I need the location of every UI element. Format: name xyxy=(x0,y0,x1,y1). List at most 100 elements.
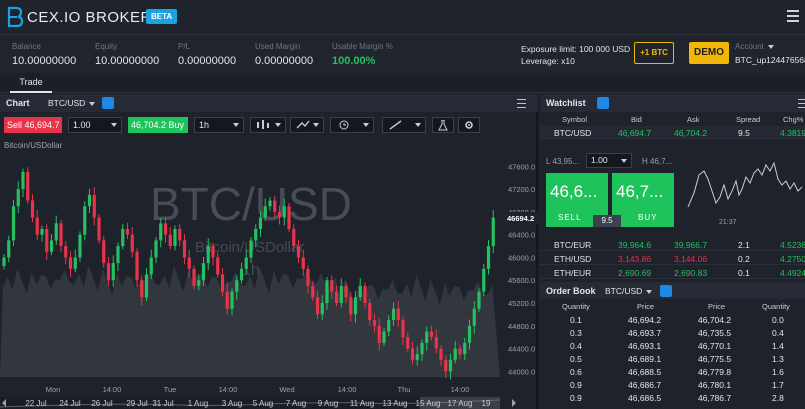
navigator-tick-label: 26 Jul xyxy=(91,399,113,408)
col-bid: Bid xyxy=(631,115,642,124)
navigator-tick-label: 15 Aug xyxy=(416,399,441,408)
candle-type-select[interactable] xyxy=(250,117,286,133)
row-spread: 0.1 xyxy=(738,268,750,278)
candle-body xyxy=(282,206,286,218)
orderbook-link-icon[interactable] xyxy=(660,285,672,297)
account-selector[interactable]: Account BTC_up124476568 xyxy=(735,42,805,65)
candle-body xyxy=(182,240,187,258)
tabs-bar: Trade xyxy=(0,73,805,93)
candle-body xyxy=(173,229,177,247)
orderbook-symbol-select[interactable]: BTC/USD xyxy=(605,286,653,296)
row-ask: 2,690.83 xyxy=(674,268,708,278)
candle-body xyxy=(391,308,396,321)
navigator-tick-label: 29 Jul xyxy=(126,399,148,408)
watchlist-row[interactable]: ETH/USD 3,143.86 3,144.06 0.2 4.2750 xyxy=(540,252,805,265)
orderbook-row[interactable]: 0.5 46,689.1 46,775.5 1.3 xyxy=(540,353,805,366)
indicator-select[interactable] xyxy=(290,117,324,133)
orderbook-cell: 46,694.2 xyxy=(628,315,662,325)
watchlist-row[interactable]: BTC/EUR 39,964.6 39,966.7 2.1 4.5236 xyxy=(540,238,805,251)
watchlist-menu-icon[interactable] xyxy=(798,99,805,108)
col-ask: Ask xyxy=(687,115,700,124)
tab-trade[interactable]: Trade xyxy=(10,73,52,93)
row-chg: 4.5236 xyxy=(780,240,805,250)
candle-body xyxy=(425,331,429,343)
time-tick-label: Thu xyxy=(398,385,411,394)
watchlist-link-icon[interactable] xyxy=(597,97,609,109)
row-chg: 4.4924 xyxy=(780,268,805,278)
interval-select[interactable]: 1h xyxy=(194,117,244,133)
sell-price: 46,6... xyxy=(550,182,598,201)
quick-buy-button[interactable]: 46,7... BUY xyxy=(612,173,674,227)
flask-button[interactable] xyxy=(432,117,454,133)
watchlist-title: Watchlist xyxy=(546,98,586,108)
orderbook-row[interactable]: 0.3 46,693.7 46,735.5 0.4 xyxy=(540,327,805,340)
row-symbol: ETH/USD xyxy=(554,254,592,264)
stat-value: 0.00000000 xyxy=(255,55,314,67)
candle-body xyxy=(59,223,63,247)
watchlist-row[interactable]: BTC/USD 46,694.7 46,704.2 9.5 4.3819 xyxy=(540,126,805,139)
row-spread: 9.5 xyxy=(738,128,750,138)
y-tick-label: 45200.0 xyxy=(508,299,535,308)
orderbook-row[interactable]: 0.6 46,688.5 46,779.8 1.6 xyxy=(540,366,805,379)
orderbook-cell: 46,686.5 xyxy=(628,393,662,403)
navigator-tick-label: 22 Jul xyxy=(25,399,47,408)
draw-tool-select[interactable] xyxy=(382,117,426,133)
candle-body xyxy=(16,189,20,207)
orderbook-row[interactable]: 0.9 46,686.5 46,786.7 2.8 xyxy=(540,392,805,405)
orderbook-symbol: BTC/USD xyxy=(605,286,643,296)
candle-body xyxy=(406,337,410,349)
navigator-tick-label: 5 Aug xyxy=(253,399,273,408)
demo-button[interactable]: DEMO xyxy=(689,42,729,64)
candle-body xyxy=(159,223,163,241)
col-spread: Spread xyxy=(736,115,761,124)
orderbook-row[interactable]: 0.4 46,693.1 46,770.1 1.4 xyxy=(540,340,805,353)
chart-area[interactable]: Bitcoin/USDollar BTC/USD Bitcoin/USDolla… xyxy=(0,135,538,409)
candle-body xyxy=(258,217,263,229)
candle-body xyxy=(97,217,101,241)
stat-value: 10.00000000 xyxy=(95,55,160,67)
stat-label: Balance xyxy=(12,42,41,51)
time-tick-label: Tue xyxy=(164,385,177,394)
chart-symbol-select[interactable]: BTC/USD xyxy=(48,98,96,108)
sell-label: SELL xyxy=(558,213,582,222)
orderbook-row[interactable]: 0.1 46,694.2 46,704.2 0.0 xyxy=(540,314,805,327)
link-icon[interactable] xyxy=(102,97,114,109)
quantity-input[interactable]: 1.00 xyxy=(68,117,122,133)
candle-body xyxy=(472,308,476,326)
watchlist-header: Watchlist xyxy=(540,94,805,112)
candle-body xyxy=(26,172,30,201)
row-symbol: BTC/USD xyxy=(554,128,592,138)
trade-qty-input[interactable]: 1.00 xyxy=(586,153,632,168)
stat-label: Equity xyxy=(95,42,118,51)
add-btc-button[interactable]: +1 BTC xyxy=(634,42,674,64)
candle-body xyxy=(401,320,405,338)
stat-value: 10.00000000 xyxy=(12,55,77,67)
chart-menu-icon[interactable] xyxy=(517,99,526,108)
stat-usable-margin: Usable Margin % 100.00% xyxy=(332,42,393,67)
candle-body xyxy=(268,200,272,207)
watchlist-row[interactable]: ETH/EUR 2,690.69 2,690.83 0.1 4.4924 xyxy=(540,266,805,279)
gear-icon xyxy=(465,121,473,129)
candle-body xyxy=(168,234,172,247)
candle-body xyxy=(11,206,16,241)
candle-body xyxy=(482,268,486,292)
orderbook-cell: 46,689.1 xyxy=(628,354,662,364)
clock-select[interactable] xyxy=(330,117,374,133)
orderbook-row[interactable]: 0.9 46,686.7 46,780.1 1.7 xyxy=(540,379,805,392)
navigator-tick-label: 31 Jul xyxy=(152,399,174,408)
y-tick-label: 47200.0 xyxy=(508,185,535,194)
candle-body xyxy=(92,194,96,218)
candle-body xyxy=(206,246,210,264)
sell-button[interactable]: Sell 46,694.7 xyxy=(4,117,62,133)
candle-body xyxy=(135,251,139,281)
menu-icon[interactable] xyxy=(787,10,799,22)
quick-trade-box: L 43,95... 1.00 H 46,7... 46,6... SELL 4… xyxy=(540,149,805,235)
candle-body xyxy=(178,229,182,241)
candle-body xyxy=(330,280,334,292)
logo-icon xyxy=(7,6,24,28)
candle-body xyxy=(434,337,438,349)
orderbook-cell: 46,686.7 xyxy=(628,380,662,390)
candle-body xyxy=(121,229,125,247)
buy-button[interactable]: 46,704.2 Buy xyxy=(128,117,188,133)
settings-button[interactable] xyxy=(458,117,480,133)
